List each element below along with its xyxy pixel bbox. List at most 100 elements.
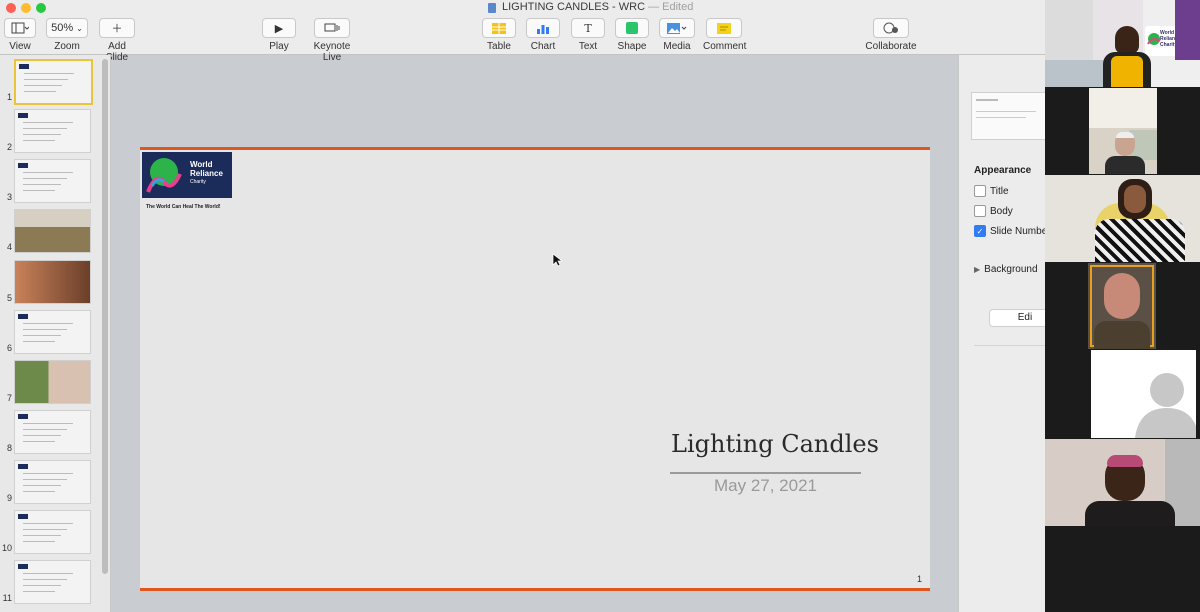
charity-logo: World Reliance Charity (142, 152, 232, 198)
participant-video-6[interactable] (1045, 439, 1200, 526)
text-icon: T (571, 18, 605, 38)
toolbar: View 50% ⌄ Zoom ＋ Add Slide ▶ Play Keynot… (0, 16, 1045, 63)
table-icon (482, 18, 516, 38)
slide-thumbnail[interactable] (14, 460, 91, 504)
table-label: Table (487, 41, 511, 52)
keynote-live-button[interactable]: Keynote Live (304, 18, 360, 63)
slide-number-option[interactable]: ✓ Slide Numbe (974, 225, 1045, 237)
text-button[interactable]: T Text (571, 18, 605, 52)
plus-icon: ＋ (99, 18, 135, 38)
background-section[interactable]: ▶ Background (974, 264, 1038, 275)
participant-video-4[interactable] (1088, 263, 1156, 349)
zoom-label: Zoom (54, 41, 80, 52)
section-divider (974, 345, 1045, 346)
body-option-label: Body (990, 205, 1013, 217)
slide-thumb-number: 6 (6, 343, 12, 353)
slide-thumb-number: 5 (6, 293, 12, 303)
slide-tagline: The World Can Heal The World! (146, 204, 221, 210)
slide-thumbnail[interactable] (14, 59, 93, 105)
disclosure-triangle-icon: ▶ (974, 265, 981, 274)
title-bar: LIGHTING CANDLES - WRC — Edited (0, 0, 1045, 16)
slide-thumbnail[interactable] (14, 209, 91, 253)
slide-number: 1 (916, 574, 922, 584)
video-call-panel: World Reliance Charity (1045, 0, 1200, 612)
participant-face (1115, 26, 1139, 54)
window-title: LIGHTING CANDLES - WRC — Edited (502, 1, 693, 13)
play-label: Play (269, 41, 289, 52)
slide-navigator: 1 2 3 4 5 6 7 8 9 10 11 (0, 55, 111, 612)
shape-icon (615, 18, 649, 38)
zoom-control[interactable]: 50% ⌄ Zoom (46, 18, 88, 52)
slide-thumbnail[interactable] (14, 360, 91, 404)
body-option[interactable]: Body (974, 205, 1013, 217)
comment-button[interactable]: Comment (703, 18, 747, 52)
keynote-window: LIGHTING CANDLES - WRC — Edited View 50%… (0, 0, 1045, 612)
chart-label: Chart (530, 41, 556, 52)
participant-video-1[interactable]: World Reliance Charity (1045, 0, 1200, 87)
slide-title[interactable]: Lighting Candles (645, 430, 905, 458)
slide-thumb-number: 8 (6, 443, 12, 453)
slide-thumb-number: 11 (2, 593, 12, 603)
slide-number-checkbox[interactable]: ✓ (974, 225, 986, 237)
title-option-label: Title (990, 185, 1009, 197)
slide-number-option-label: Slide Numbe (990, 225, 1045, 237)
title-checkbox[interactable] (974, 185, 986, 197)
chart-icon (526, 18, 560, 38)
background-label: Background (984, 264, 1038, 275)
shape-label: Shape (617, 41, 647, 52)
mouse-cursor-icon (552, 253, 562, 267)
edited-status: — Edited (648, 1, 694, 13)
comment-icon (706, 18, 742, 38)
zoom-window-button[interactable] (36, 3, 46, 13)
slide-subtitle-date[interactable]: May 27, 2021 (670, 476, 861, 496)
slide-thumbnail[interactable] (14, 109, 91, 153)
zoom-value: 50% (51, 22, 74, 34)
logo-line-3: Charity (190, 179, 206, 185)
slide-thumbnail[interactable] (14, 510, 91, 554)
charity-sign: World Reliance Charity (1145, 26, 1181, 56)
document-name: LIGHTING CANDLES - WRC (502, 1, 646, 13)
text-label: Text (578, 41, 598, 52)
comment-label: Comment (703, 41, 747, 52)
participant-video-3[interactable] (1045, 175, 1200, 262)
edit-master-button[interactable]: Edi (989, 309, 1045, 327)
participant-video-2[interactable] (1089, 88, 1157, 174)
play-button[interactable]: ▶ Play (262, 18, 296, 52)
logo-line-1: World (190, 160, 213, 169)
slide-thumb-number: 2 (6, 142, 12, 152)
view-button[interactable]: View (4, 18, 36, 52)
collaborate-button[interactable]: Collaborate (864, 18, 918, 52)
appearance-label: Appearance (974, 165, 1032, 176)
slide-thumbnail[interactable] (14, 410, 91, 454)
title-divider (670, 472, 861, 474)
layout-preview[interactable] (971, 92, 1045, 140)
slide-thumbnail[interactable] (14, 260, 91, 304)
media-button[interactable]: Media (659, 18, 695, 52)
slide-canvas[interactable]: World Reliance Charity The World Can Hea… (140, 147, 930, 591)
body-checkbox[interactable] (974, 205, 986, 217)
shape-button[interactable]: Shape (615, 18, 649, 52)
navigator-scrollbar[interactable] (102, 59, 108, 574)
slide-thumb-number: 3 (6, 192, 12, 202)
broadcast-icon (314, 18, 350, 38)
close-window-button[interactable] (6, 3, 16, 13)
view-label: View (9, 41, 31, 52)
slide-thumbnail[interactable] (14, 159, 91, 203)
participant-video-5[interactable] (1091, 350, 1196, 438)
appearance-heading: Appearance (974, 165, 1031, 176)
table-button[interactable]: Table (482, 18, 516, 52)
slide-thumb-number: 1 (6, 92, 12, 102)
document-icon (488, 3, 496, 13)
chart-button[interactable]: Chart (526, 18, 560, 52)
slide-thumb-number: 7 (6, 393, 12, 403)
zoom-dropdown[interactable]: 50% ⌄ (46, 18, 88, 38)
media-icon (659, 18, 695, 38)
media-label: Media (663, 41, 691, 52)
logo-line-2: Reliance (190, 169, 223, 178)
slide-thumbnail[interactable] (14, 560, 91, 604)
slide-thumb-number: 4 (6, 242, 12, 252)
slide-thumbnail[interactable] (14, 310, 91, 354)
slide-thumb-number: 10 (2, 543, 13, 553)
title-option[interactable]: Title (974, 185, 1009, 197)
minimize-window-button[interactable] (21, 3, 31, 13)
